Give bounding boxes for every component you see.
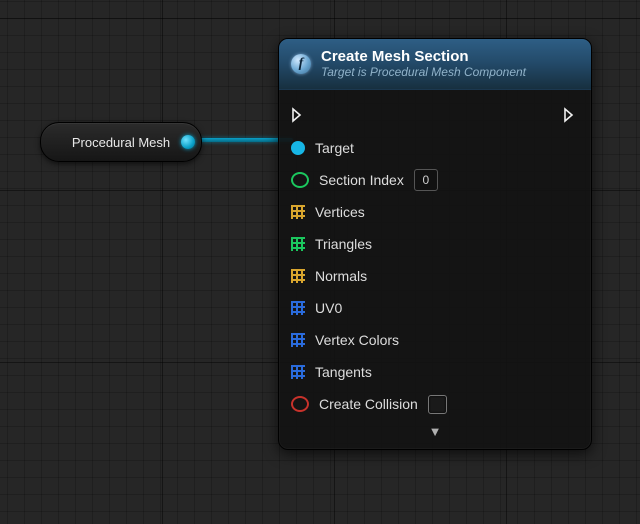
tangents-pin[interactable] (291, 365, 305, 379)
create-collision-label: Create Collision (319, 396, 418, 412)
normals-pin[interactable] (291, 269, 305, 283)
node-subtitle: Target is Procedural Mesh Component (321, 66, 526, 80)
vertex-colors-pin[interactable] (291, 333, 305, 347)
node-body: Target Section Index 0 Vertices Triangle… (279, 90, 591, 445)
node-procedural-mesh-label: Procedural Mesh (72, 135, 170, 150)
uv0-pin[interactable] (291, 301, 305, 315)
target-pin[interactable] (291, 141, 305, 155)
section-index-label: Section Index (319, 172, 404, 188)
vertex-colors-label: Vertex Colors (315, 332, 399, 348)
function-icon: f (291, 54, 311, 74)
triangles-pin[interactable] (291, 237, 305, 251)
triangles-label: Triangles (315, 236, 372, 252)
vertices-label: Vertices (315, 204, 365, 220)
node-title: Create Mesh Section (321, 48, 526, 65)
exec-in-pin[interactable] (291, 107, 307, 123)
section-index-input[interactable]: 0 (414, 169, 438, 191)
node-create-mesh-section[interactable]: f Create Mesh Section Target is Procedur… (278, 38, 592, 450)
node-header[interactable]: f Create Mesh Section Target is Procedur… (279, 39, 591, 90)
vertices-pin[interactable] (291, 205, 305, 219)
expand-node-arrow[interactable]: ▼ (291, 420, 579, 439)
create-collision-checkbox[interactable] (428, 395, 447, 414)
create-collision-pin[interactable] (291, 396, 309, 412)
uv0-label: UV0 (315, 300, 342, 316)
node-procedural-mesh[interactable]: Procedural Mesh (40, 122, 202, 162)
procedural-mesh-output-pin[interactable] (181, 135, 195, 149)
target-label: Target (315, 140, 354, 156)
tangents-label: Tangents (315, 364, 372, 380)
exec-out-pin[interactable] (563, 107, 579, 123)
section-index-pin[interactable] (291, 172, 309, 188)
blueprint-graph[interactable]: Procedural Mesh f Create Mesh Section Ta… (0, 0, 640, 524)
normals-label: Normals (315, 268, 367, 284)
